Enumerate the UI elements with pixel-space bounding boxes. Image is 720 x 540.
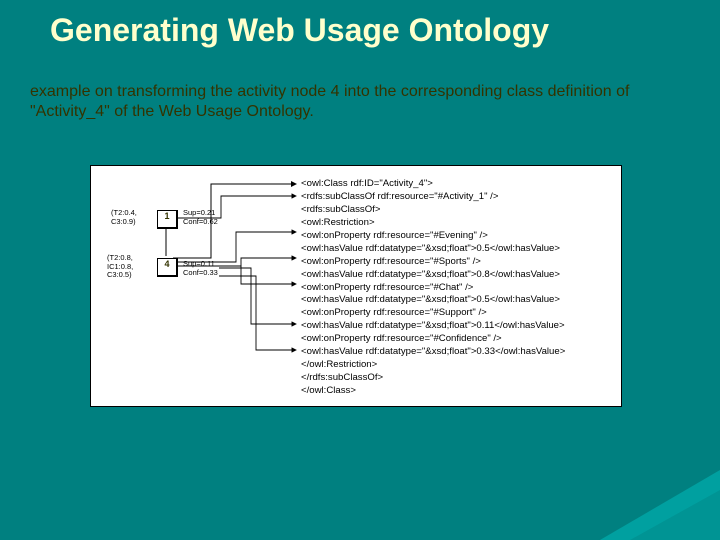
owl-line: <rdfs:subClassOf> xyxy=(301,204,565,217)
owl-line: <owl:hasValue rdf:datatype="&xsd;float">… xyxy=(301,243,565,256)
owl-line: <owl:Class rdf:ID="Activity_4"> xyxy=(301,178,565,191)
node4-left-label: (T2:0.8, IC1:0.8, C3:0.5) xyxy=(107,254,133,280)
owl-line: <owl:hasValue rdf:datatype="&xsd;float">… xyxy=(301,320,565,333)
diagram-figure: (T2:0.4, C3:0.9) 1 Sup=0.21 Conf=0.62 (T… xyxy=(90,165,622,407)
node-4: 4 xyxy=(157,258,178,277)
node-1: 1 xyxy=(157,210,178,229)
owl-class-definition: <owl:Class rdf:ID="Activity_4"> <rdfs:su… xyxy=(301,178,565,398)
node4-right-label: Sup=0.11 Conf=0.33 xyxy=(183,260,218,277)
owl-line: <owl:onProperty rdf:resource="#Evening" … xyxy=(301,230,565,243)
owl-line: <owl:onProperty rdf:resource="#Sports" /… xyxy=(301,256,565,269)
owl-line: </rdfs:subClassOf> xyxy=(301,372,565,385)
owl-line: <owl:hasValue rdf:datatype="&xsd;float">… xyxy=(301,269,565,282)
owl-line: <owl:onProperty rdf:resource="#Support" … xyxy=(301,307,565,320)
node1-right-label: Sup=0.21 Conf=0.62 xyxy=(183,209,218,226)
owl-line: </owl:Restriction> xyxy=(301,359,565,372)
page-title: Generating Web Usage Ontology xyxy=(50,12,670,49)
owl-line: <owl:hasValue rdf:datatype="&xsd;float">… xyxy=(301,346,565,359)
node1-left-label: (T2:0.4, C3:0.9) xyxy=(111,209,137,226)
owl-line: <owl:onProperty rdf:resource="#Chat" /> xyxy=(301,282,565,295)
owl-line: <owl:onProperty rdf:resource="#Confidenc… xyxy=(301,333,565,346)
owl-line: <rdfs:subClassOf rdf:resource="#Activity… xyxy=(301,191,565,204)
owl-line: <owl:hasValue rdf:datatype="&xsd;float">… xyxy=(301,294,565,307)
page-subtitle: example on transforming the activity nod… xyxy=(30,82,670,122)
owl-line: </owl:Class> xyxy=(301,385,565,398)
slide: Generating Web Usage Ontology example on… xyxy=(0,0,720,540)
corner-decoration-inner xyxy=(630,490,720,540)
owl-line: <owl:Restriction> xyxy=(301,217,565,230)
